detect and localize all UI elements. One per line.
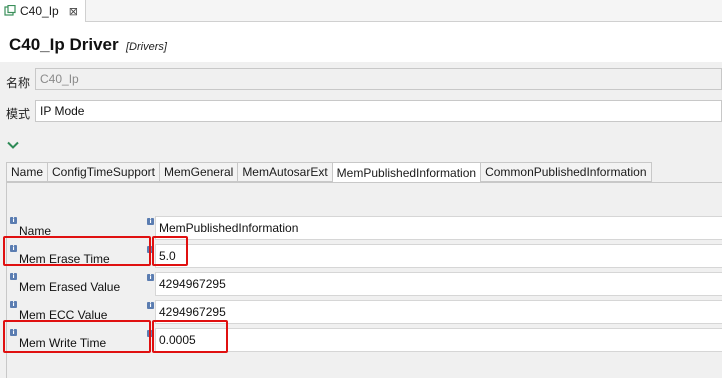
mode-field[interactable]: IP Mode — [35, 100, 722, 122]
highlight-box-write-label — [3, 320, 151, 353]
editor-tabstrip: C40_Ip ⊠ — [0, 0, 722, 22]
editor-tab-c40-ip[interactable]: C40_Ip ⊠ — [0, 0, 86, 22]
chevron-down-icon[interactable] — [7, 138, 19, 152]
tab-config-time-support-label: ConfigTimeSupport — [52, 165, 155, 179]
tab-content-top — [7, 183, 722, 213]
editor-tab-label: C40_Ip — [20, 4, 59, 18]
info-icon[interactable]: i — [10, 301, 17, 308]
tab-mem-general[interactable]: MemGeneral — [158, 162, 238, 182]
info-icon[interactable]: i — [10, 273, 17, 280]
info-icon[interactable]: i — [10, 217, 17, 224]
tab-name-label: Name — [11, 165, 44, 179]
name-row-label: 名称 — [6, 76, 31, 90]
highlight-box-erase-value — [152, 236, 188, 266]
config-tabbar: Name ConfigTimeSupport MemGeneral MemAut… — [6, 162, 652, 183]
info-icon[interactable]: i — [147, 302, 154, 309]
tab-mem-autosar-ext[interactable]: MemAutosarExt — [237, 162, 332, 182]
property-value: 4294967295 — [159, 305, 226, 319]
property-value-field[interactable]: 0.0005 — [155, 328, 722, 352]
tab-mem-published-information-label: MemPublishedInformation — [336, 165, 477, 180]
tab-config-time-support[interactable]: ConfigTimeSupport — [47, 162, 159, 182]
info-icon[interactable]: i — [147, 218, 154, 225]
component-icon — [4, 5, 16, 17]
info-icon[interactable]: i — [147, 274, 154, 281]
property-label: Mem Erased Value — [19, 280, 121, 294]
property-value: 4294967295 — [159, 277, 226, 291]
property-value-field[interactable]: 5.0 — [155, 244, 722, 268]
property-value-field[interactable]: MemPublishedInformation — [155, 216, 722, 240]
page-header: C40_Ip Driver [Drivers] — [0, 22, 722, 62]
highlight-box-erase-label — [3, 236, 151, 266]
tab-common-published-information-label: CommonPublishedInformation — [485, 165, 647, 179]
property-row-mem-erased-value: i Mem Erased Value i 4294967295 — [7, 270, 722, 298]
property-value-field[interactable]: 4294967295 — [155, 272, 722, 296]
tab-mem-general-label: MemGeneral — [163, 165, 234, 179]
tab-common-published-information[interactable]: CommonPublishedInformation — [480, 162, 652, 182]
highlight-box-write-value — [152, 320, 228, 353]
name-field-value: C40_Ip — [40, 72, 79, 86]
page-subtitle: [Drivers] — [126, 41, 167, 53]
close-icon[interactable]: ⊠ — [69, 5, 78, 18]
tab-mem-autosar-ext-label: MemAutosarExt — [242, 165, 328, 179]
mode-field-value: IP Mode — [40, 104, 85, 118]
name-field: C40_Ip — [35, 68, 722, 90]
tab-name[interactable]: Name — [6, 162, 48, 182]
property-value-field[interactable]: 4294967295 — [155, 300, 722, 324]
tab-mem-published-information[interactable]: MemPublishedInformation — [331, 162, 481, 183]
mode-row-label: 模式 — [6, 107, 31, 121]
property-value: MemPublishedInformation — [159, 221, 299, 235]
page-title: C40_Ip Driver — [9, 35, 119, 54]
